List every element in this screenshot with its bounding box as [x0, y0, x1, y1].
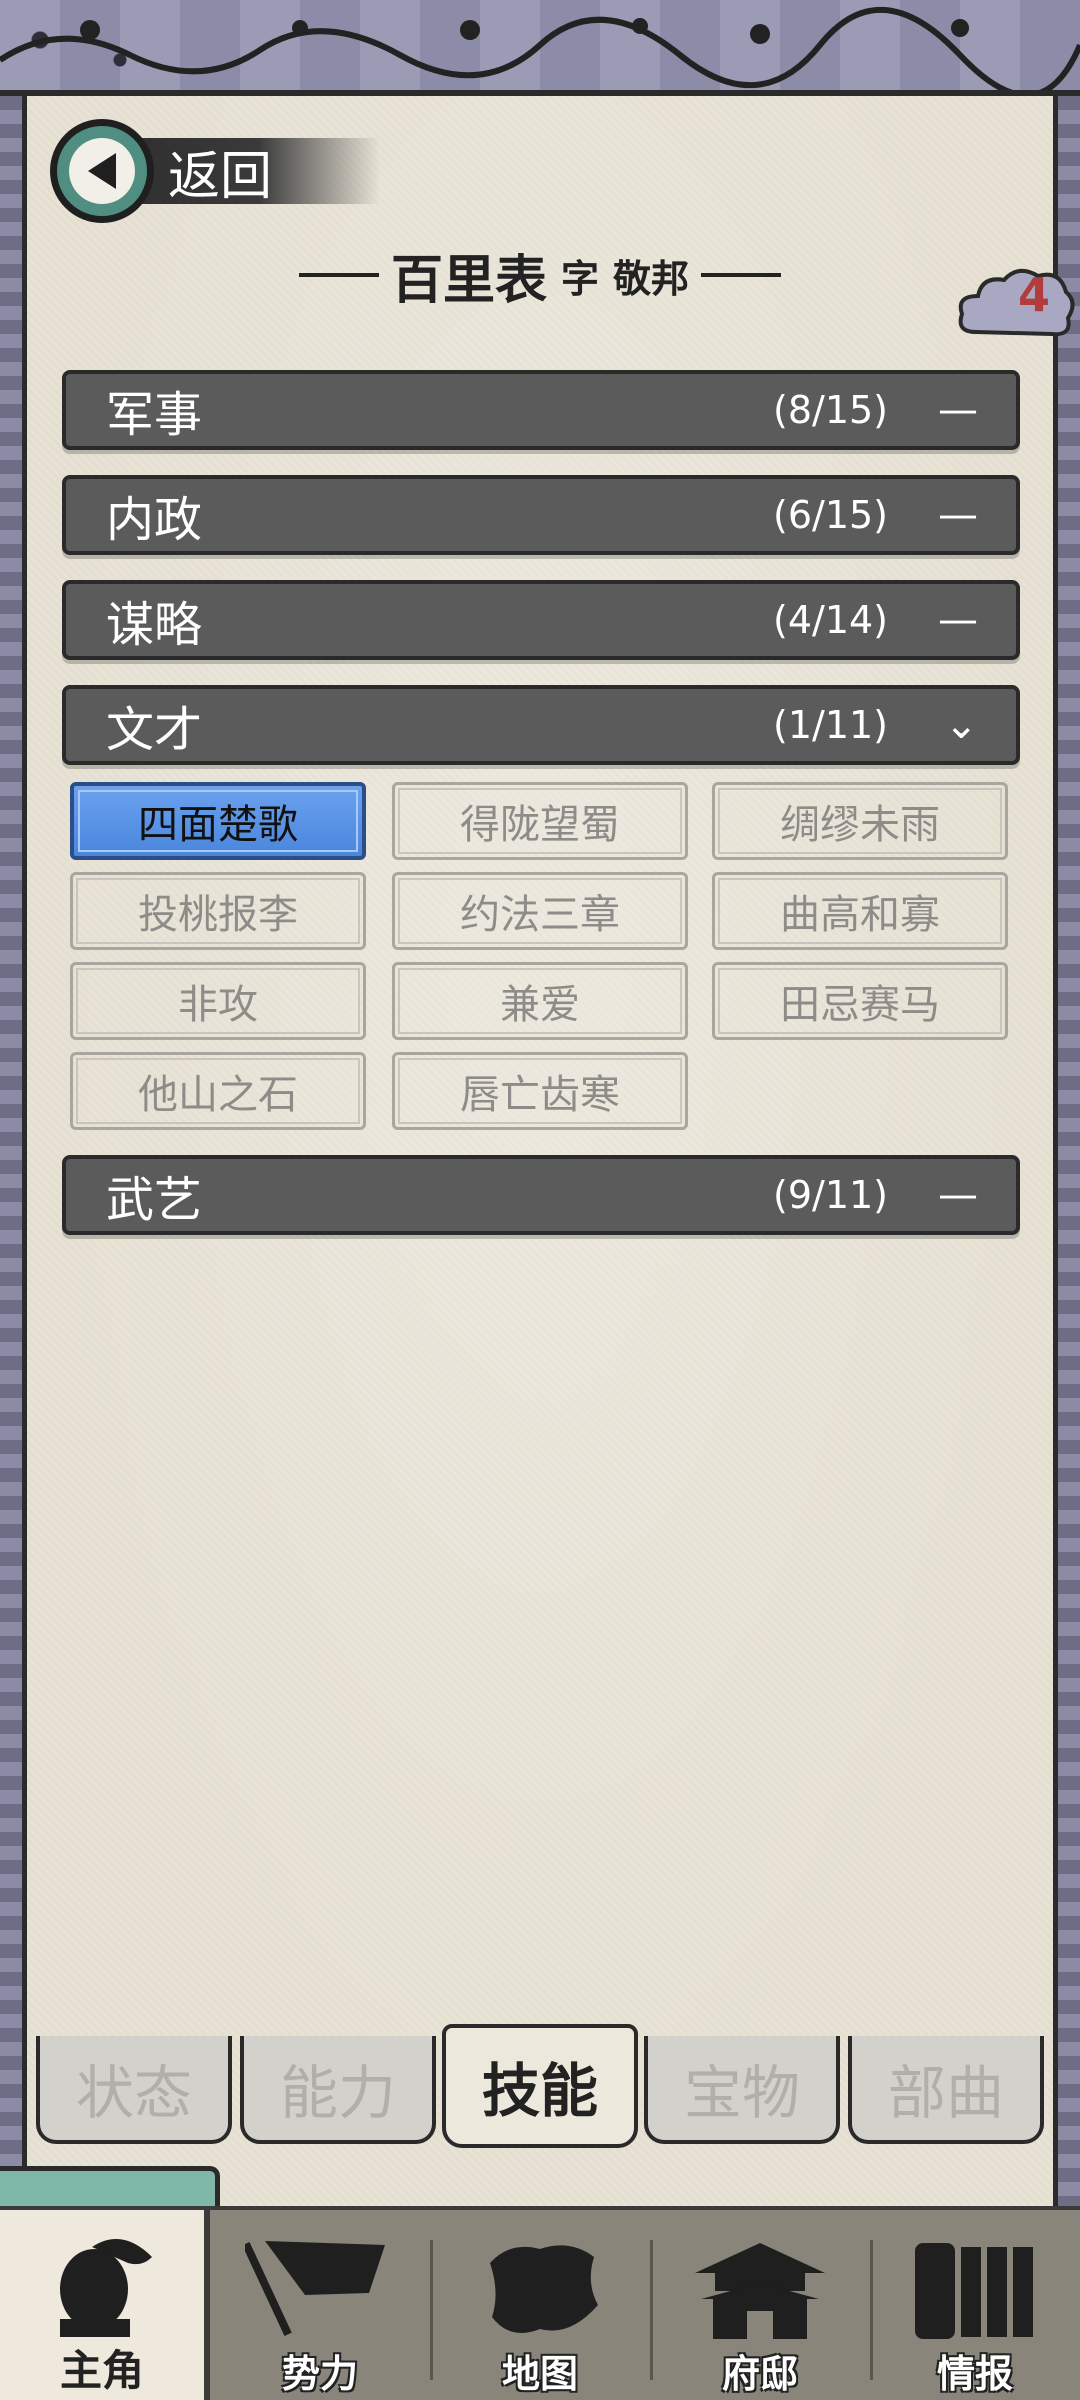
back-arrow-icon	[50, 119, 154, 223]
collapse-icon[interactable]: —	[938, 492, 978, 538]
nav-label: 势力	[281, 2352, 358, 2396]
ornament-left-icon	[298, 273, 379, 277]
skill-button[interactable]: 唇亡齿寒	[392, 1052, 688, 1130]
badge-count: 4	[1017, 268, 1050, 322]
skill-button[interactable]: 投桃报李	[70, 872, 366, 950]
tab-treasure[interactable]: 宝物	[644, 2036, 840, 2144]
nav-divider	[430, 2240, 433, 2380]
skill-button[interactable]: 兼爱	[392, 962, 688, 1040]
category-name: 谋略	[106, 597, 203, 653]
category-name: 文才	[106, 702, 203, 758]
skill-button[interactable]: 绸缪未雨	[712, 782, 1008, 860]
category-count: (1/11)	[773, 703, 888, 747]
section-tabs: 状态 能力 技能 宝物 部曲	[30, 2024, 1050, 2148]
frame-right	[1058, 96, 1080, 2206]
frame-left	[0, 96, 22, 2206]
skill-button[interactable]: 约法三章	[392, 872, 688, 950]
courtesy-name: 敬邦	[613, 256, 690, 301]
nav-faction[interactable]: 势力	[215, 2210, 425, 2400]
category-name: 武艺	[106, 1172, 203, 1228]
scroll-icon	[915, 2243, 1033, 2339]
skill-button[interactable]: 曲高和寡	[712, 872, 1008, 950]
back-label: 返回	[168, 146, 273, 207]
nav-label: 主角	[59, 2346, 144, 2395]
hero-icon	[60, 2239, 152, 2337]
category-count: (8/15)	[773, 388, 888, 432]
category-count: (6/15)	[773, 493, 888, 537]
ornament-right-icon	[701, 273, 782, 277]
category-literary[interactable]: 文才 (1/11) ⌄	[62, 685, 1020, 765]
mansion-icon	[695, 2243, 825, 2339]
category-name: 内政	[106, 492, 203, 548]
tab-ability[interactable]: 能力	[240, 2036, 436, 2144]
tab-skills[interactable]: 技能	[442, 2024, 638, 2148]
bottom-navigation: 主角 势力 地图 府邸 情报	[0, 2206, 1080, 2400]
collapse-icon[interactable]: —	[938, 597, 978, 643]
tab-status[interactable]: 状态	[36, 2036, 232, 2144]
nav-map[interactable]: 地图	[435, 2210, 645, 2400]
character-name: 百里表	[390, 250, 547, 311]
back-button[interactable]: 返回	[50, 116, 380, 226]
nav-label: 情报	[936, 2352, 1013, 2396]
courtesy-prefix: 字	[560, 256, 599, 301]
map-icon	[490, 2245, 598, 2333]
cloud-badge-icon[interactable]	[956, 262, 1076, 352]
chevron-down-icon[interactable]: ⌄	[944, 702, 978, 748]
character-title: 百里表 字 敬邦	[0, 240, 1080, 311]
nav-divider	[650, 2240, 653, 2380]
nav-intel[interactable]: 情报	[870, 2210, 1080, 2400]
nav-mansion[interactable]: 府邸	[655, 2210, 865, 2400]
skill-button[interactable]: 他山之石	[70, 1052, 366, 1130]
tab-troops[interactable]: 部曲	[848, 2036, 1044, 2144]
nav-label: 府邸	[721, 2352, 798, 2396]
collapse-icon[interactable]: —	[938, 387, 978, 433]
skill-button[interactable]: 四面楚歌	[70, 782, 366, 860]
category-strategy[interactable]: 谋略 (4/14) —	[62, 580, 1020, 660]
nav-label: 地图	[501, 2352, 578, 2396]
decorative-top-band	[0, 0, 1080, 96]
skill-button[interactable]: 得陇望蜀	[392, 782, 688, 860]
category-count: (4/14)	[773, 598, 888, 642]
nav-hero[interactable]: 主角	[0, 2210, 210, 2400]
category-name: 军事	[106, 387, 203, 443]
category-military[interactable]: 军事 (8/15) —	[62, 370, 1020, 450]
category-administration[interactable]: 内政 (6/15) —	[62, 475, 1020, 555]
skill-button[interactable]: 非攻	[70, 962, 366, 1040]
category-count: (9/11)	[773, 1173, 888, 1217]
skill-button[interactable]: 田忌赛马	[712, 962, 1008, 1040]
flag-icon	[245, 2241, 385, 2337]
category-martial[interactable]: 武艺 (9/11) —	[62, 1155, 1020, 1235]
collapse-icon[interactable]: —	[938, 1172, 978, 1218]
